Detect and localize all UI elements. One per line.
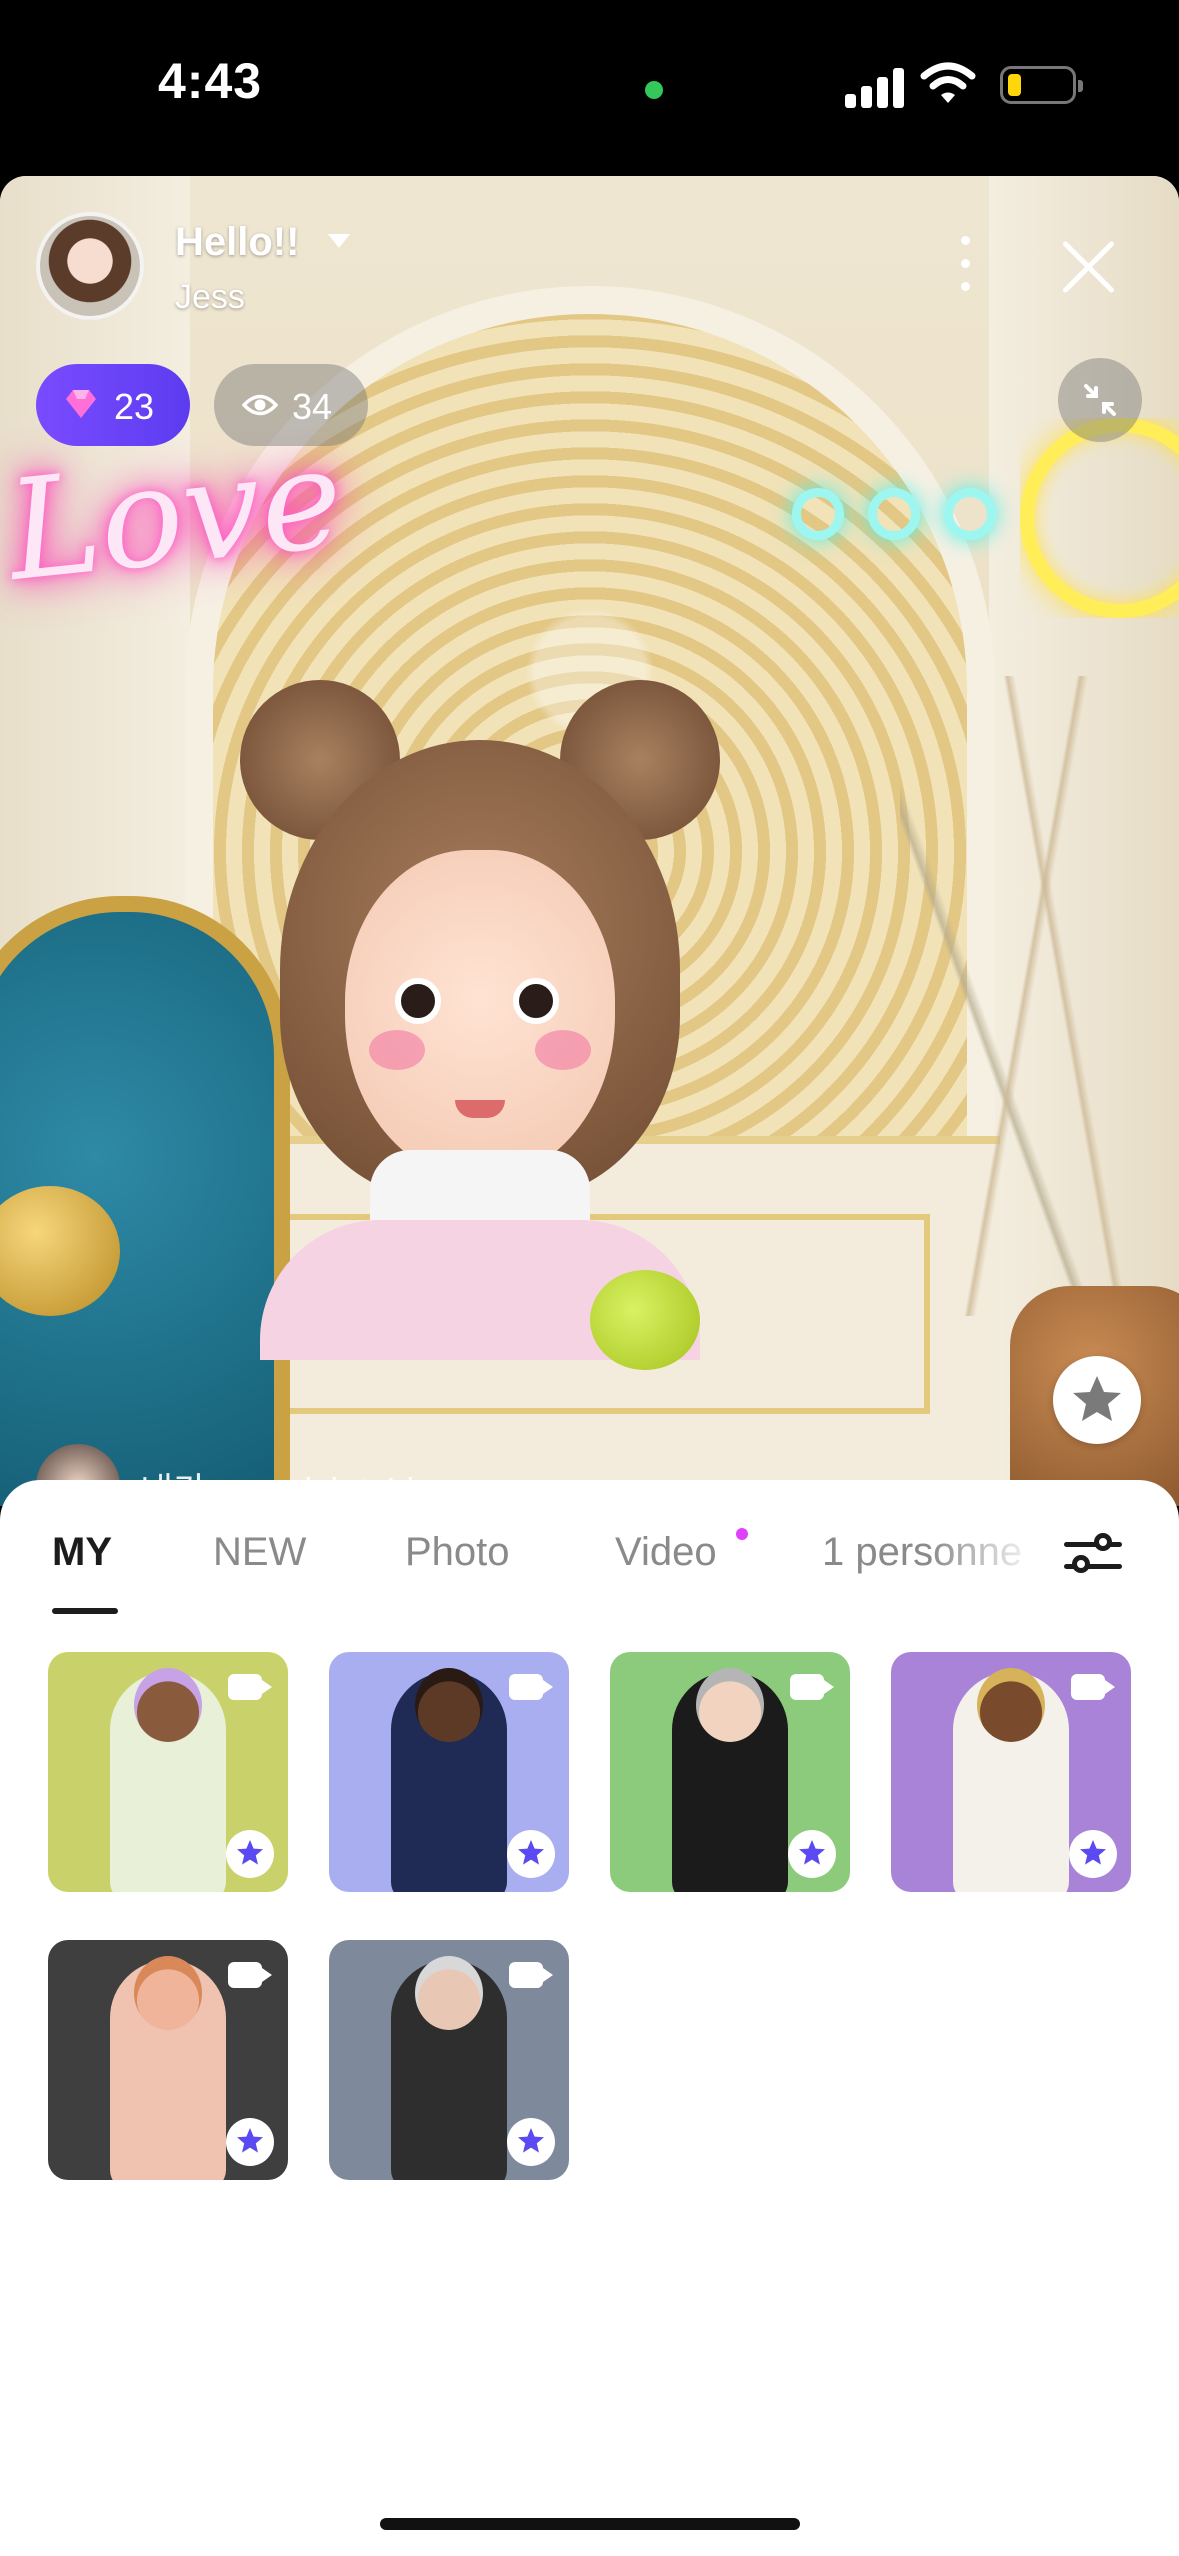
pampas-plant (900, 676, 1179, 1316)
viewer-count: 34 (292, 386, 333, 427)
effect-thumbnail-avatar-dj-glasses[interactable] (329, 1652, 569, 1892)
gem-count: 23 (114, 386, 155, 427)
effect-thumbnail-avatar-long-curly-hair[interactable] (48, 1940, 288, 2180)
minimize-button[interactable] (1058, 358, 1142, 442)
video-camera-icon (509, 1962, 543, 1988)
star-icon (237, 2128, 263, 2153)
effect-thumbnail-avatar-dj-turntable[interactable] (329, 1940, 569, 2180)
avatar-head (415, 1956, 483, 2030)
video-camera-icon (790, 1674, 824, 1700)
video-camera-icon (228, 1674, 262, 1700)
star-badge[interactable] (1069, 1830, 1117, 1878)
star-icon (799, 1840, 825, 1865)
neon-pellet (868, 488, 920, 540)
gem-icon (66, 390, 96, 418)
effect-thumbnail-avatar-white-outfit[interactable] (891, 1652, 1131, 1892)
star-badge[interactable] (507, 2118, 555, 2166)
filter-settings-icon[interactable] (1064, 1530, 1122, 1580)
active-tab-indicator (52, 1608, 118, 1614)
tab-video[interactable]: Video (615, 1530, 717, 1575)
green-bird-pet (590, 1270, 700, 1370)
star-icon (1080, 1840, 1106, 1865)
privacy-indicator-dot (645, 81, 663, 99)
effect-thumbnail-avatar-black-jacket[interactable] (610, 1652, 850, 1892)
battery-icon (1000, 66, 1083, 104)
favorite-button[interactable] (1053, 1356, 1141, 1444)
star-icon (518, 1840, 544, 1865)
star-icon (237, 1840, 263, 1865)
star-badge[interactable] (788, 1830, 836, 1878)
video-camera-icon (509, 1674, 543, 1700)
tab-photo[interactable]: Photo (405, 1530, 510, 1575)
live-title[interactable]: Hello!! (175, 220, 299, 265)
tab-my[interactable]: MY (52, 1530, 112, 1575)
neon-pellet (944, 488, 996, 540)
star-icon (1073, 1376, 1121, 1421)
viewer-count-badge[interactable]: 34 (214, 364, 368, 446)
avatar-head (134, 1956, 202, 2030)
avatar-head (977, 1668, 1045, 1742)
new-indicator-dot (736, 1528, 748, 1540)
effect-thumbnail-avatar-mic-purple-hair[interactable] (48, 1652, 288, 1892)
more-options-icon[interactable] (950, 232, 980, 296)
status-bar: 4:43 (0, 0, 1179, 176)
avatar-head (134, 1668, 202, 1742)
gem-count-badge[interactable]: 23 (36, 364, 190, 446)
host-profile-avatar[interactable] (36, 212, 144, 320)
host-avatar-3d (220, 680, 740, 1360)
battery-level (1008, 74, 1021, 96)
tab-scroll-fade (930, 1500, 1040, 1620)
wifi-icon (920, 62, 976, 103)
home-indicator[interactable] (380, 2518, 800, 2530)
eye-icon (242, 394, 278, 416)
avatar-head (696, 1668, 764, 1742)
tab-new[interactable]: NEW (213, 1530, 306, 1575)
status-time: 4:43 (158, 53, 263, 109)
avatar-head (415, 1668, 483, 1742)
video-camera-icon (228, 1962, 262, 1988)
cellular-signal-icon (845, 64, 905, 108)
star-badge[interactable] (226, 1830, 274, 1878)
neon-pellet (792, 488, 844, 540)
chevron-down-icon[interactable] (328, 234, 350, 248)
close-icon[interactable] (1058, 236, 1118, 296)
star-badge[interactable] (507, 1830, 555, 1878)
collapse-arrows-icon (1084, 384, 1116, 416)
star-icon (518, 2128, 544, 2153)
host-name[interactable]: Jess (175, 278, 245, 317)
video-camera-icon (1071, 1674, 1105, 1700)
star-badge[interactable] (226, 2118, 274, 2166)
